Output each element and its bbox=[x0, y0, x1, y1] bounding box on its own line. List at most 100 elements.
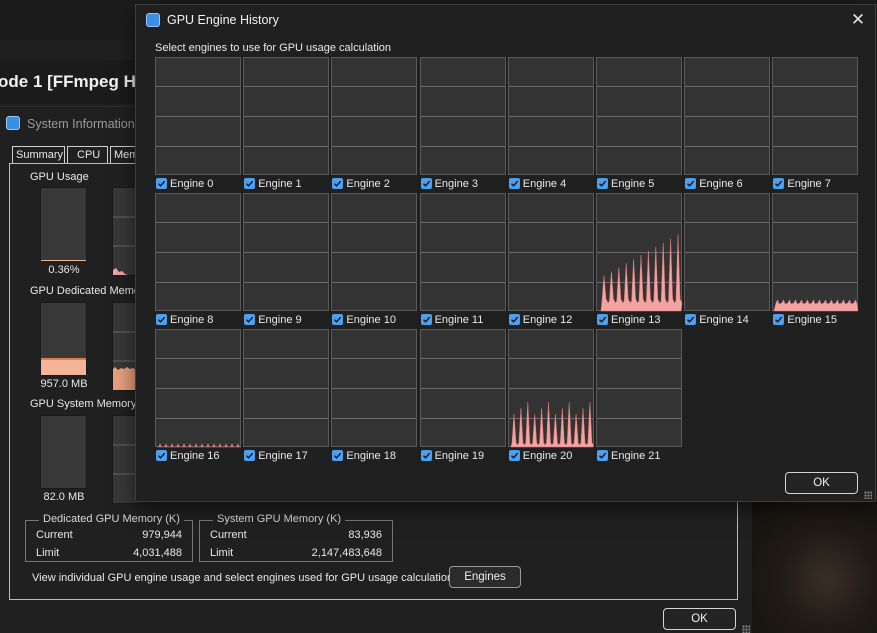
engine-checkbox-row[interactable]: Engine 20 bbox=[508, 449, 573, 462]
engine-checkbox-row[interactable]: Engine 9 bbox=[244, 313, 302, 326]
dedicated-limit-label: Limit bbox=[36, 547, 60, 559]
app-icon bbox=[146, 13, 160, 27]
engine-checkbox[interactable] bbox=[156, 450, 167, 461]
engine-history-graph bbox=[331, 57, 418, 175]
engine-checkbox[interactable] bbox=[685, 178, 697, 189]
engine-checkbox[interactable] bbox=[508, 178, 520, 189]
engine-checkbox[interactable] bbox=[420, 450, 432, 461]
engine-checkbox-row[interactable]: Engine 1 bbox=[244, 177, 302, 190]
system-information-title: System Information bbox=[27, 117, 135, 131]
ok-button[interactable]: OK bbox=[663, 608, 736, 630]
check-icon bbox=[422, 452, 430, 459]
engine-checkbox-row[interactable]: Engine 6 bbox=[685, 177, 743, 190]
engine-checkbox[interactable] bbox=[508, 314, 520, 325]
gpu-system-memory-meter bbox=[40, 415, 87, 489]
engine-tile: Engine 17 bbox=[243, 329, 330, 463]
engine-history-graph bbox=[419, 57, 506, 175]
dialog-resize-grip[interactable] bbox=[864, 491, 872, 499]
engine-checkbox-row[interactable]: Engine 13 bbox=[597, 313, 661, 326]
engine-checkbox[interactable] bbox=[685, 314, 697, 325]
engine-label: Engine 9 bbox=[258, 313, 302, 326]
engine-checkbox-row[interactable]: Engine 19 bbox=[420, 449, 485, 462]
engine-checkbox-row[interactable]: Engine 3 bbox=[420, 177, 478, 190]
tab-cpu[interactable]: CPU bbox=[67, 146, 108, 164]
system-current-label: Current bbox=[210, 529, 247, 541]
engines-button[interactable]: Engines bbox=[449, 566, 521, 588]
engine-tile: Engine 4 bbox=[507, 57, 594, 191]
engine-checkbox-row[interactable]: Engine 16 bbox=[156, 449, 220, 462]
engine-history-graph bbox=[243, 329, 330, 447]
engine-checkbox-row[interactable]: Engine 8 bbox=[156, 313, 213, 326]
dedicated-gpu-memory-group: Dedicated GPU Memory (K) Current 979,944… bbox=[25, 513, 193, 562]
engine-history-graph bbox=[155, 329, 241, 448]
engine-checkbox-row[interactable]: Engine 0 bbox=[156, 177, 213, 190]
check-icon bbox=[158, 452, 166, 459]
engine-tile: Engine 13 bbox=[596, 193, 683, 327]
engine-checkbox[interactable] bbox=[773, 178, 785, 189]
engine-checkbox[interactable] bbox=[156, 178, 167, 189]
tab-summary[interactable]: Summary bbox=[12, 146, 65, 164]
engine-checkbox[interactable] bbox=[156, 314, 167, 325]
dedicated-current-value: 979,944 bbox=[142, 529, 182, 541]
engine-checkbox-row[interactable]: Engine 7 bbox=[773, 177, 831, 190]
engine-activity-chart bbox=[600, 234, 683, 312]
engine-checkbox[interactable] bbox=[244, 450, 256, 461]
engine-tile: Engine 9 bbox=[243, 193, 330, 327]
engine-checkbox[interactable] bbox=[508, 450, 520, 461]
engine-checkbox-row[interactable]: Engine 21 bbox=[597, 449, 661, 462]
engine-checkbox-row[interactable]: Engine 11 bbox=[420, 313, 483, 326]
check-icon bbox=[687, 316, 695, 323]
system-gpu-memory-title: System GPU Memory (K) bbox=[213, 513, 346, 525]
engine-history-graph bbox=[596, 329, 682, 447]
gpu-usage-meter bbox=[40, 187, 87, 261]
gpu-dedicated-memory-value: 957.0 MB bbox=[40, 378, 88, 390]
background-window-title: ode 1 [FFmpeg HLS bbox=[0, 72, 158, 91]
engine-checkbox-row[interactable]: Engine 17 bbox=[244, 449, 308, 462]
engine-checkbox[interactable] bbox=[332, 450, 344, 461]
engine-checkbox-row[interactable]: Engine 12 bbox=[508, 313, 572, 326]
engine-checkbox-row[interactable]: Engine 15 bbox=[773, 313, 837, 326]
dedicated-limit-value: 4,031,488 bbox=[133, 547, 182, 559]
system-gpu-memory-group: System GPU Memory (K) Current 83,936 Lim… bbox=[199, 513, 393, 562]
engine-checkbox[interactable] bbox=[420, 178, 432, 189]
engine-activity-area bbox=[774, 299, 859, 312]
engine-activity-chart bbox=[510, 402, 594, 448]
gpu-usage-value: 0.36% bbox=[48, 264, 80, 276]
check-icon bbox=[599, 316, 607, 323]
close-icon[interactable]: ✕ bbox=[848, 10, 868, 30]
engine-checkbox[interactable] bbox=[597, 178, 608, 189]
engine-label: Engine 7 bbox=[787, 177, 831, 190]
engine-checkbox-row[interactable]: Engine 5 bbox=[597, 177, 654, 190]
engine-history-graph bbox=[155, 57, 241, 175]
engine-tile: Engine 15 bbox=[772, 193, 859, 327]
engine-checkbox-row[interactable]: Engine 10 bbox=[332, 313, 396, 326]
engine-checkbox[interactable] bbox=[332, 314, 344, 325]
gpu-usage-label: GPU Usage bbox=[30, 171, 89, 183]
engine-activity-area bbox=[600, 234, 683, 312]
engine-checkbox[interactable] bbox=[244, 178, 256, 189]
check-icon bbox=[158, 316, 166, 323]
engine-label: Engine 14 bbox=[699, 313, 749, 326]
engine-tile: Engine 0 bbox=[155, 57, 241, 191]
engine-checkbox[interactable] bbox=[597, 450, 608, 461]
engine-checkbox[interactable] bbox=[597, 314, 608, 325]
gpu-system-memory-value: 82.0 MB bbox=[43, 491, 85, 503]
engine-checkbox-row[interactable]: Engine 4 bbox=[508, 177, 566, 190]
tab-memory[interactable]: Mem bbox=[110, 146, 138, 164]
video-preview bbox=[752, 500, 877, 633]
engine-checkbox[interactable] bbox=[332, 178, 344, 189]
engine-label: Engine 2 bbox=[346, 177, 390, 190]
engine-checkbox[interactable] bbox=[244, 314, 256, 325]
engine-checkbox-row[interactable]: Engine 2 bbox=[332, 177, 390, 190]
engine-checkbox-row[interactable]: Engine 18 bbox=[332, 449, 396, 462]
engine-tile: Engine 20 bbox=[507, 329, 594, 463]
check-icon bbox=[246, 180, 254, 187]
engine-checkbox-row[interactable]: Engine 14 bbox=[685, 313, 749, 326]
dialog-ok-button[interactable]: OK bbox=[785, 472, 858, 494]
engine-label: Engine 20 bbox=[522, 449, 573, 462]
dedicated-current-label: Current bbox=[36, 529, 73, 541]
resize-grip[interactable] bbox=[742, 625, 750, 633]
engine-label: Engine 19 bbox=[434, 449, 485, 462]
engine-checkbox[interactable] bbox=[773, 314, 785, 325]
engine-checkbox[interactable] bbox=[420, 314, 432, 325]
